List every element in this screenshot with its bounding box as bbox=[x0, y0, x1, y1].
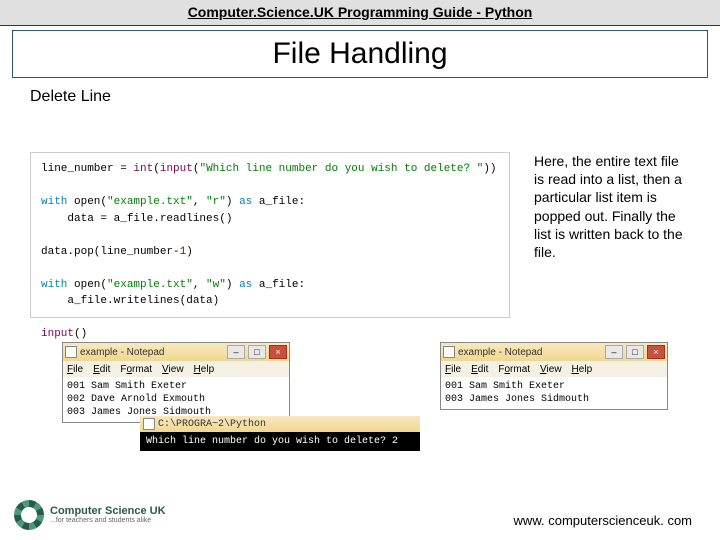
terminal-title: C:\PROGRA~2\Python bbox=[158, 419, 266, 430]
code-builtin: input bbox=[160, 163, 193, 175]
file-line: 001 Sam Smith Exeter bbox=[67, 381, 187, 392]
menu-file[interactable]: File bbox=[67, 364, 83, 375]
code-builtin: int bbox=[133, 163, 153, 175]
notepad-window-after: example - Notepad – □ × File Edit Format… bbox=[440, 342, 668, 410]
site-title: Computer.Science.UK Programming Guide - … bbox=[0, 0, 720, 20]
logo-tagline: ...for teachers and students alike bbox=[50, 517, 166, 525]
menu-format[interactable]: Format bbox=[120, 364, 152, 375]
logo-icon bbox=[14, 500, 44, 530]
menu-help[interactable]: Help bbox=[194, 364, 215, 375]
file-line: 003 James Jones Sidmouth bbox=[445, 394, 589, 405]
main-title-box: File Handling bbox=[12, 30, 708, 78]
window-title: example - Notepad bbox=[80, 347, 165, 358]
menu-format[interactable]: Format bbox=[498, 364, 530, 375]
close-button[interactable]: × bbox=[269, 345, 287, 359]
terminal-body[interactable]: Which line number do you wish to delete?… bbox=[140, 432, 420, 451]
maximize-button[interactable]: □ bbox=[248, 345, 266, 359]
menu-bar: File Edit Format View Help bbox=[441, 361, 667, 377]
notepad-window-before: example - Notepad – □ × File Edit Format… bbox=[62, 342, 290, 423]
terminal-icon bbox=[143, 418, 155, 430]
menu-help[interactable]: Help bbox=[572, 364, 593, 375]
menu-bar: File Edit Format View Help bbox=[63, 361, 289, 377]
notepad-content[interactable]: 001 Sam Smith Exeter 003 James Jones Sid… bbox=[441, 377, 667, 409]
maximize-button[interactable]: □ bbox=[626, 345, 644, 359]
section-heading: Delete Line bbox=[30, 88, 720, 106]
header-bar: Computer.Science.UK Programming Guide - … bbox=[0, 0, 720, 26]
file-line: 002 Dave Arnold Exmouth bbox=[67, 394, 205, 405]
brand-logo: Computer Science UK ...for teachers and … bbox=[14, 500, 166, 530]
logo-brand: Computer Science UK bbox=[50, 505, 166, 517]
code-block: line_number = int(input("Which line numb… bbox=[30, 152, 510, 318]
menu-view[interactable]: View bbox=[540, 364, 562, 375]
titlebar[interactable]: example - Notepad – □ × bbox=[63, 343, 289, 361]
terminal-titlebar[interactable]: C:\PROGRA~2\Python bbox=[140, 416, 420, 432]
minimize-button[interactable]: – bbox=[605, 345, 623, 359]
close-button[interactable]: × bbox=[647, 345, 665, 359]
notepad-icon bbox=[65, 346, 77, 358]
description-text: Here, the entire text file is read into … bbox=[534, 152, 690, 261]
menu-edit[interactable]: Edit bbox=[93, 364, 110, 375]
code-text: line_number = bbox=[41, 163, 133, 175]
menu-file[interactable]: File bbox=[445, 364, 461, 375]
menu-view[interactable]: View bbox=[162, 364, 184, 375]
notepad-icon bbox=[443, 346, 455, 358]
file-line: 001 Sam Smith Exeter bbox=[445, 381, 565, 392]
menu-edit[interactable]: Edit bbox=[471, 364, 488, 375]
code-keyword: with bbox=[41, 196, 67, 208]
footer-url: www. computerscienceuk. com bbox=[514, 513, 692, 528]
main-title: File Handling bbox=[272, 37, 447, 70]
titlebar[interactable]: example - Notepad – □ × bbox=[441, 343, 667, 361]
window-title: example - Notepad bbox=[458, 347, 543, 358]
code-string: "Which line number do you wish to delete… bbox=[199, 163, 483, 175]
minimize-button[interactable]: – bbox=[227, 345, 245, 359]
terminal-window: C:\PROGRA~2\Python Which line number do … bbox=[140, 416, 420, 451]
terminal-line: Which line number do you wish to delete?… bbox=[146, 436, 398, 447]
